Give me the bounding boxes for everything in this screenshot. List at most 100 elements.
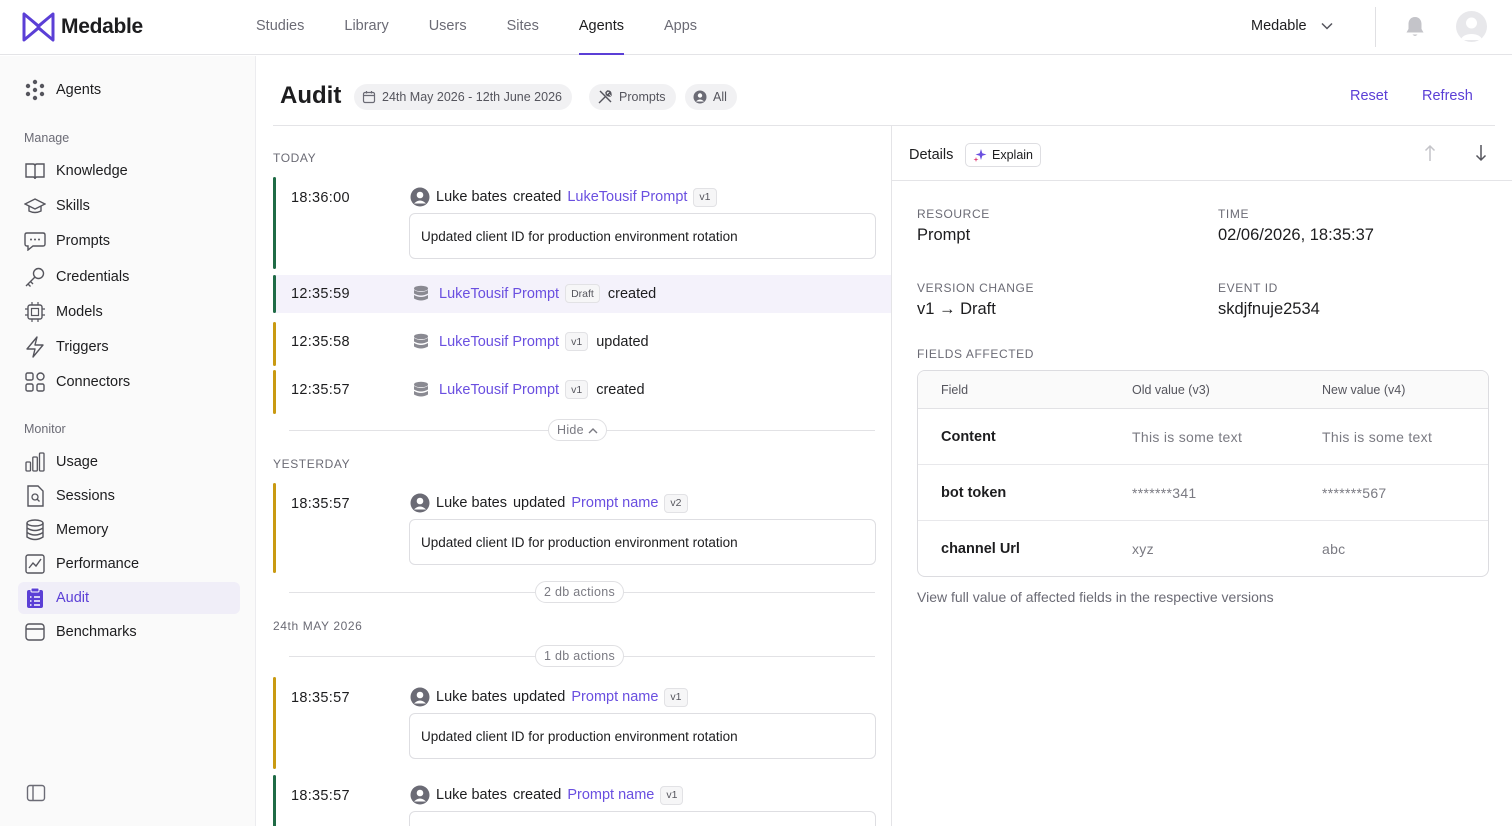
sidebar-item-benchmarks[interactable]: Benchmarks [18, 616, 240, 648]
db-actions-toggle[interactable]: 2 db actions [535, 581, 625, 603]
user-filter-label: All [713, 90, 727, 104]
sidebar-item-credentials[interactable]: Credentials [18, 261, 240, 293]
hide-toggle[interactable]: Hide [548, 419, 607, 441]
nav-agents[interactable]: Agents [559, 0, 644, 55]
event-action: updated [512, 495, 566, 511]
column-header-field: Field [941, 382, 969, 397]
db-actions-toggle[interactable]: 1 db actions [535, 645, 625, 667]
sidebar-item-label: Triggers [56, 339, 109, 355]
reset-button[interactable]: Reset [1350, 88, 1388, 104]
audit-event[interactable]: 18:36:00 Luke bates created LukeTousif P… [273, 177, 891, 269]
refresh-button[interactable]: Refresh [1422, 88, 1473, 104]
audit-event[interactable]: 12:35:59 LukeTousif Prompt Draft created [273, 275, 891, 313]
event-resource-link[interactable]: LukeTousif Prompt [567, 189, 687, 205]
sidebar-item-memory[interactable]: Memory [18, 514, 240, 546]
chip-icon [24, 301, 46, 323]
group-label-today: TODAY [273, 151, 317, 165]
group-label-date: 24th MAY 2026 [273, 619, 363, 633]
event-summary: Luke bates created Prompt name v1 [410, 785, 684, 805]
nav-users[interactable]: Users [409, 0, 487, 55]
sidebar-item-label: Credentials [56, 269, 130, 285]
group-label-yesterday: YESTERDAY [273, 457, 351, 471]
audit-event[interactable]: 18:35:57 Luke bates updated Prompt name … [273, 483, 891, 573]
sidebar-item-triggers[interactable]: Triggers [18, 331, 240, 363]
fields-affected-table: Field Old value (v3) New value (v4) Cont… [917, 370, 1489, 577]
main-nav: Studies Library Users Sites Agents Apps [236, 0, 717, 55]
event-user: Luke bates [436, 689, 507, 705]
sidebar-item-skills[interactable]: Skills [18, 190, 240, 222]
sidebar-item-agents[interactable]: Agents [18, 74, 240, 106]
event-resource-link[interactable]: Prompt name [571, 495, 658, 511]
event-time: 18:35:57 [291, 690, 350, 706]
event-action: created [512, 189, 562, 205]
event-time: 18:36:00 [291, 190, 350, 206]
old-value: *******341 [1132, 484, 1197, 501]
nav-studies[interactable]: Studies [236, 0, 324, 55]
explain-label: Explain [992, 148, 1033, 162]
audit-event[interactable]: 18:35:57 Luke bates updated Prompt name … [273, 677, 891, 769]
sidebar-item-performance[interactable]: Performance [18, 548, 240, 580]
date-range-filter[interactable]: 24th May 2026 - 12th June 2026 [354, 84, 572, 110]
sidebar-item-knowledge[interactable]: Knowledge [18, 155, 240, 187]
event-status-bar [273, 370, 276, 414]
header-divider [1375, 7, 1376, 47]
user-filter[interactable]: All [685, 84, 737, 110]
sidebar-item-models[interactable]: Models [18, 296, 240, 328]
sidebar-item-connectors[interactable]: Connectors [18, 366, 240, 398]
event-resource-link[interactable]: LukeTousif Prompt [439, 382, 559, 398]
sidebar-item-prompts[interactable]: Prompts [18, 225, 240, 257]
user-circle-icon [410, 785, 430, 805]
bell-icon [1406, 17, 1424, 36]
new-value: abc [1322, 541, 1346, 557]
sidebar-item-sessions[interactable]: Sessions [18, 480, 240, 512]
event-summary: Luke bates updated Prompt name v1 [410, 687, 688, 707]
version-change-value: v1 → Draft [917, 300, 996, 318]
table-row: Content This is some text This is some t… [918, 409, 1488, 465]
sidebar-item-audit[interactable]: Audit [18, 582, 240, 614]
dots-grid-icon [24, 79, 46, 101]
event-summary: LukeTousif Prompt Draft created [413, 284, 656, 303]
explain-button[interactable]: Explain [965, 143, 1041, 167]
nav-sites[interactable]: Sites [487, 0, 559, 55]
audit-event[interactable]: 12:35:57 LukeTousif Prompt v1 created [273, 370, 891, 414]
event-summary: LukeTousif Prompt v1 created [413, 380, 645, 399]
sidebar-item-usage[interactable]: Usage [18, 446, 240, 478]
sidebar-item-label: Sessions [56, 488, 115, 504]
blocks-icon [24, 371, 46, 393]
next-event-button[interactable] [1475, 144, 1487, 167]
org-switcher[interactable]: Medable [1251, 18, 1333, 34]
sidebar-item-label: Benchmarks [56, 624, 137, 640]
event-status-bar [273, 677, 276, 769]
version-badge: v2 [664, 493, 688, 513]
previous-event-button[interactable] [1424, 144, 1436, 167]
resource-label: RESOURCE [917, 207, 990, 221]
type-filter[interactable]: Prompts [589, 84, 676, 110]
old-value: This is some text [1132, 428, 1243, 445]
sidebar-item-label: Agents [56, 82, 102, 98]
logo[interactable]: Medable [22, 12, 143, 42]
event-resource-link[interactable]: Prompt name [567, 787, 654, 803]
date-range-label: 24th May 2026 - 12th June 2026 [382, 90, 562, 104]
user-avatar[interactable] [1456, 11, 1487, 42]
audit-event[interactable]: 18:35:57 Luke bates created Prompt name … [273, 775, 891, 826]
sidebar-item-label: Knowledge [56, 163, 128, 179]
event-status-bar [273, 775, 276, 826]
field-name: Content [941, 428, 996, 445]
sidebar-item-label: Usage [56, 454, 98, 470]
event-status-bar [273, 275, 276, 313]
details-panel: Details Explain RESOURCE Prompt TIME 02/… [891, 126, 1512, 826]
app-name: Medable [61, 15, 143, 38]
chat-bubble-icon [24, 230, 46, 252]
collapse-sidebar-button[interactable] [26, 784, 46, 807]
event-resource-link[interactable]: Prompt name [571, 689, 658, 705]
event-resource-link[interactable]: LukeTousif Prompt [439, 286, 559, 302]
notifications-button[interactable] [1404, 15, 1426, 44]
nav-apps[interactable]: Apps [644, 0, 717, 55]
event-id-value: skdjfnuje2534 [1218, 300, 1320, 318]
nav-library[interactable]: Library [324, 0, 408, 55]
sparkle-icon [973, 149, 987, 162]
audit-event[interactable]: 12:35:58 LukeTousif Prompt v1 updated [273, 322, 891, 366]
event-resource-link[interactable]: LukeTousif Prompt [439, 334, 559, 350]
user-circle-icon [410, 493, 430, 513]
fields-affected-label: FIELDS AFFECTED [917, 347, 1035, 361]
